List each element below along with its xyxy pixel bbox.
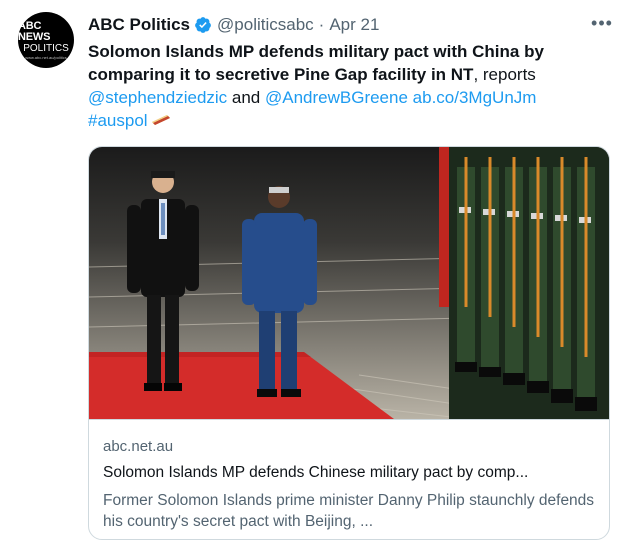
author-name[interactable]: ABC Politics bbox=[88, 15, 190, 35]
tweet-timestamp[interactable]: Apr 21 bbox=[329, 15, 379, 35]
card-description: Former Solomon Islands prime minister Da… bbox=[103, 492, 595, 530]
tweet-text: Solomon Islands MP defends military pact… bbox=[88, 40, 608, 132]
tweet-and-text: and bbox=[227, 88, 265, 107]
honor-guard bbox=[449, 147, 609, 419]
hashtag-auspol[interactable]: #auspol bbox=[88, 111, 148, 130]
link-card[interactable]: abc.net.au Solomon Islands MP defends Ch… bbox=[88, 146, 610, 540]
avatar[interactable]: ABC NEWS POLITICS www.abc.net.au/politic… bbox=[18, 12, 74, 68]
mention-stephendziedzic[interactable]: @stephendziedzic bbox=[88, 88, 227, 107]
card-domain: abc.net.au bbox=[103, 438, 174, 455]
card-image bbox=[89, 147, 609, 419]
card-title: Solomon Islands MP defends Chinese milit… bbox=[103, 464, 529, 481]
mention-andrewbgreene[interactable]: @AndrewBGreene bbox=[265, 88, 408, 107]
avatar-line-2: POLITICS bbox=[23, 42, 69, 54]
header-separator: · bbox=[318, 15, 325, 34]
verified-badge-icon bbox=[195, 17, 211, 33]
auspol-hashflag-icon bbox=[151, 115, 170, 125]
author-handle[interactable]: @politicsabc bbox=[217, 15, 314, 35]
tweet-reports-text: , reports bbox=[473, 65, 536, 84]
tweet-link[interactable]: ab.co/3MgUnJm bbox=[413, 88, 537, 107]
tweet-header: ABC Politics @politicsabc · Apr 21 bbox=[88, 14, 379, 36]
avatar-line-1: ABC NEWS bbox=[18, 19, 51, 43]
card-body[interactable]: abc.net.au Solomon Islands MP defends Ch… bbox=[89, 419, 609, 539]
tweet[interactable]: ABC NEWS POLITICS www.abc.net.au/politic… bbox=[0, 0, 620, 543]
avatar-line-3: www.abc.net.au/politics bbox=[25, 54, 67, 60]
more-icon[interactable]: ••• bbox=[591, 12, 612, 34]
